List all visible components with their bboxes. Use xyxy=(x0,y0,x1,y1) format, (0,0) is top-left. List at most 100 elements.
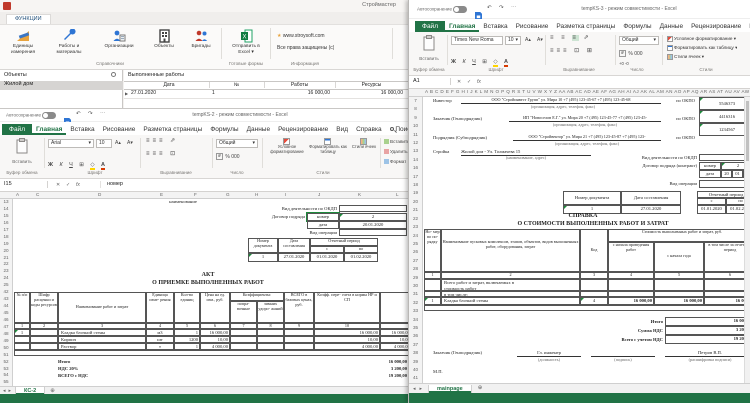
cells-insert-button[interactable]: Вставить xyxy=(384,139,408,145)
redo-icon[interactable]: ↷ xyxy=(499,5,504,12)
xl3-col-headers[interactable]: A B C D E F G H I J K L M N O P Q R S T … xyxy=(409,89,750,97)
contract-date-label-cell[interactable]: дата xyxy=(307,221,339,229)
font-color-icon[interactable]: А xyxy=(504,59,508,67)
xl3-document[interactable]: Инвестор ООО "Стройинвест Групп" ул. Мир… xyxy=(423,97,750,383)
works-col-date[interactable]: Дата xyxy=(130,82,208,88)
underline-icon[interactable]: Ч xyxy=(69,162,73,168)
date-day-cell[interactable]: 20 xyxy=(721,170,732,178)
shrink-font-icon[interactable]: A▾ xyxy=(537,37,543,43)
tab-file[interactable]: Файл xyxy=(2,124,32,135)
works-col-res[interactable]: Ресурсы xyxy=(335,82,407,88)
tab-data[interactable]: Данные xyxy=(656,21,687,32)
tab-help[interactable]: Справка xyxy=(352,124,386,135)
contract-num-label-cell[interactable]: номер xyxy=(699,162,721,170)
enter-icon[interactable]: ✓ xyxy=(66,182,70,188)
works-row[interactable]: ▶ 27.01.2020 1 16 000,00 16 000,00 xyxy=(124,90,408,99)
cond-format-button[interactable]: Условное форматирование ▾ xyxy=(667,36,736,42)
borders-icon[interactable]: ⊞ xyxy=(482,59,487,65)
pin-icon[interactable] xyxy=(111,72,116,77)
okdp-box[interactable] xyxy=(699,154,750,161)
undo-icon[interactable]: ↶ xyxy=(76,111,81,118)
send-to-excel-button[interactable]: X Отправить в Excel ▾ xyxy=(226,28,266,55)
tab-view[interactable]: Вид xyxy=(745,21,750,32)
underline-icon[interactable]: Ч xyxy=(472,59,476,65)
cells-format-button[interactable]: Формат xyxy=(384,159,406,165)
formula-input[interactable]: номер xyxy=(100,181,390,188)
undo-icon[interactable]: ↶ xyxy=(487,5,492,12)
paste-button[interactable]: Вставить xyxy=(4,138,40,165)
italic-icon[interactable]: К xyxy=(59,162,62,168)
tab-review[interactable]: Рецензирование xyxy=(274,124,332,135)
tab-formulas[interactable]: Формулы xyxy=(619,21,655,32)
autosave-toggle[interactable] xyxy=(42,112,56,119)
name-box[interactable]: A1 xyxy=(413,78,451,85)
format-table-button[interactable]: Форматировать как таблицу xyxy=(308,138,348,155)
number-icons[interactable]: ₽ % 000 xyxy=(619,50,643,57)
units-button[interactable]: Единицы измерения xyxy=(2,28,44,55)
tab-functions[interactable]: ФУНКЦИИ xyxy=(6,14,51,24)
operation-box[interactable] xyxy=(699,180,750,188)
tab-pagelayout[interactable]: Разметка страницы xyxy=(552,21,619,32)
cells-delete-button[interactable]: Удалить xyxy=(384,149,408,155)
align-top-icons[interactable]: ≡≡≡ ⇗ xyxy=(146,138,178,145)
fx-icon[interactable]: fx xyxy=(76,182,80,188)
tab-home[interactable]: Главная xyxy=(32,124,66,135)
number-icons[interactable]: ₽ % 000 xyxy=(216,153,240,160)
xl3-row-headers[interactable]: 7 8 9 10 11 12 13 14 16 17 18 19 20 21 2… xyxy=(409,97,423,383)
enter-icon[interactable]: ✓ xyxy=(467,79,471,85)
font-size-select[interactable]: 10 xyxy=(96,139,112,148)
organizations-button[interactable]: Организации xyxy=(94,28,144,50)
redo-icon[interactable]: ↷ xyxy=(88,111,93,118)
font-size-select[interactable]: 10 ▾ xyxy=(505,36,521,45)
grow-font-icon[interactable]: A▴ xyxy=(115,140,121,146)
contract-num-label-cell[interactable]: номер xyxy=(307,213,339,221)
font-name-select[interactable]: Arial ▾ xyxy=(48,139,94,148)
cell-styles-button[interactable]: Стили ячеек ▾ xyxy=(667,54,704,60)
operation-box[interactable] xyxy=(339,229,407,236)
tab-review[interactable]: Рецензирование xyxy=(687,21,745,32)
align-top-icons[interactable]: ≡ ≡ ≡ ⇗ xyxy=(550,35,592,42)
autosave-toggle[interactable] xyxy=(453,6,467,13)
cond-format-button[interactable]: Условное форматирование xyxy=(268,138,306,155)
works-materials-button[interactable]: Работы и материалы xyxy=(46,28,92,55)
site-link[interactable]: ★ www.stroysoft.com xyxy=(277,33,325,39)
font-name-select[interactable]: Times New Roma xyxy=(451,36,503,45)
okpo-value-1[interactable]: 5546373 xyxy=(699,97,750,110)
fill-color-icon[interactable]: ◇ xyxy=(90,162,94,170)
objects-button[interactable]: Объекты xyxy=(146,28,182,50)
tab-insert[interactable]: Вставка xyxy=(479,21,511,32)
number-format-select[interactable]: Общий ▾ xyxy=(216,139,258,148)
more-icon[interactable]: ⋯ xyxy=(100,111,106,118)
works-col-no[interactable]: № xyxy=(209,82,263,88)
align-bottom-icons[interactable]: ≡≡≡ ⊡ xyxy=(146,151,178,158)
tab-file[interactable]: Файл xyxy=(415,21,445,32)
okpo-value-2[interactable]: 4416316 xyxy=(699,110,750,123)
grow-font-icon[interactable]: A▴ xyxy=(525,37,531,43)
tab-view[interactable]: Вид xyxy=(332,124,352,135)
borders-icon[interactable]: ⊞ xyxy=(79,162,84,168)
tab-formulas[interactable]: Формулы xyxy=(206,124,242,135)
okpo-value-3[interactable]: 1234567 xyxy=(699,123,750,136)
cell-styles-button[interactable]: Стили ячеек xyxy=(350,138,378,150)
contract-num-value-cell[interactable]: 2 xyxy=(339,213,407,221)
xl2-document[interactable]: наименование Вид деятельности по ОКДП До… xyxy=(13,199,408,386)
contract-date-label-cell[interactable]: дата xyxy=(699,170,721,178)
cancel-icon[interactable]: ✕ xyxy=(56,182,60,188)
works-col-works[interactable]: Работы xyxy=(264,82,334,88)
paste-button[interactable]: Вставить xyxy=(413,35,445,62)
font-color-icon[interactable]: А xyxy=(101,162,105,170)
contract-date-value-cell[interactable]: 20.01.2020 xyxy=(339,221,407,229)
align-bottom-icons[interactable]: ≡≡≡ ⊡ ⊞ xyxy=(550,48,595,55)
xl2-col-headers[interactable]: ACDEFGHIJKL xyxy=(0,192,408,199)
object-item-selected[interactable]: Жилой дом xyxy=(0,81,123,90)
bold-icon[interactable]: Ж xyxy=(48,162,53,168)
tab-draw[interactable]: Рисование xyxy=(99,124,140,135)
format-table-button[interactable]: Форматировать как таблицу ▾ xyxy=(667,45,737,51)
name-box[interactable]: I15 xyxy=(4,181,48,188)
search-box[interactable]: Поиск xyxy=(386,124,408,135)
tab-draw[interactable]: Рисование xyxy=(512,21,553,32)
okdp-box[interactable] xyxy=(339,205,407,212)
tab-insert[interactable]: Вставка xyxy=(66,124,98,135)
fill-color-icon[interactable]: ◇ xyxy=(493,59,497,67)
date-month-cell[interactable]: 01 xyxy=(732,170,743,178)
